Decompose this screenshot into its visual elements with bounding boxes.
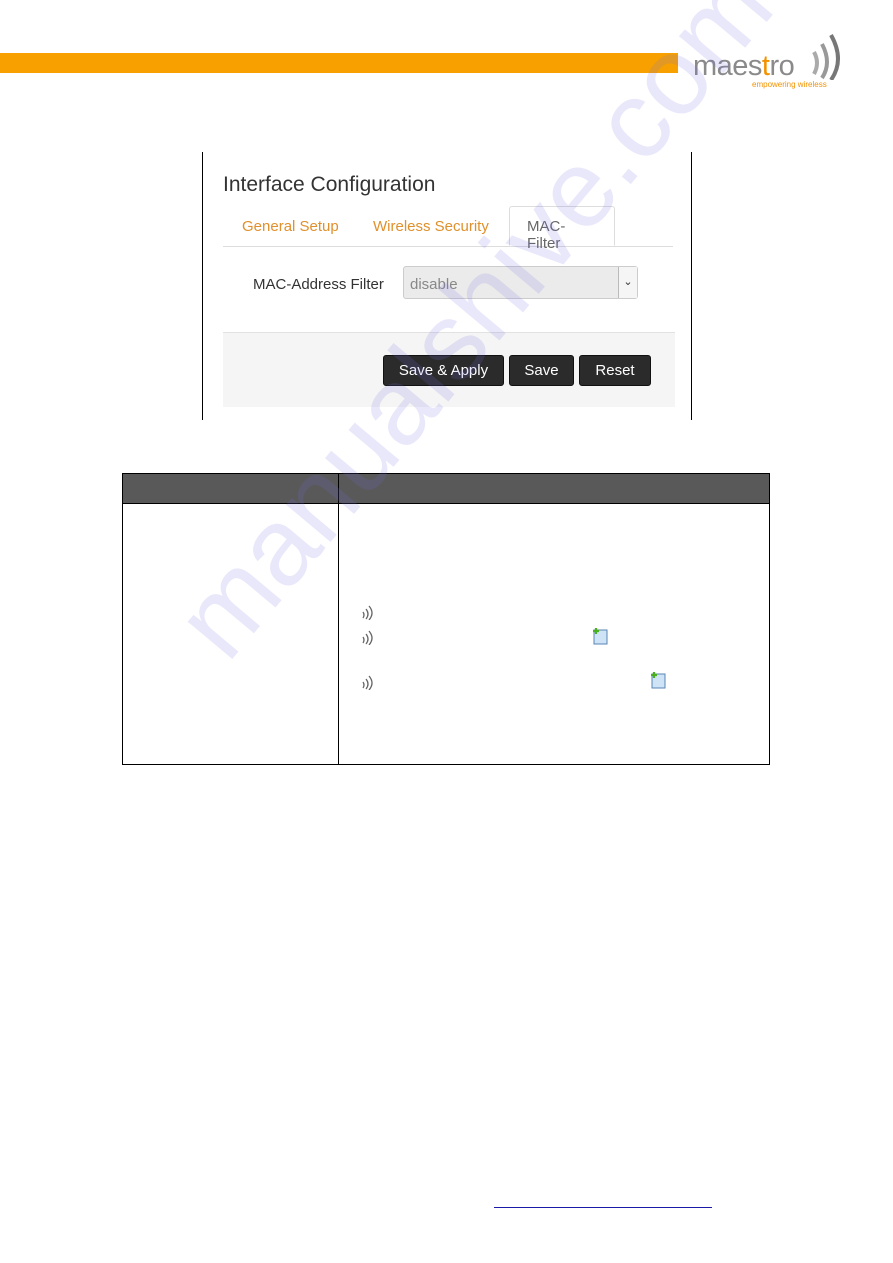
add-entry-icon — [651, 672, 666, 689]
reset-button[interactable]: Reset — [579, 355, 651, 386]
actions-bar: Save & Apply Save Reset — [223, 332, 675, 407]
page-title: Interface Configuration — [223, 173, 436, 196]
table-cell — [338, 503, 770, 765]
table-header-cell — [338, 473, 770, 504]
logo-text: maestro — [693, 50, 795, 82]
logo-tagline: empowering wireless — [752, 80, 827, 89]
tab-general-setup[interactable]: General Setup — [242, 218, 339, 235]
wireless-waves-icon — [812, 34, 840, 80]
tab-mac-filter[interactable]: MAC-Filter — [509, 206, 615, 252]
description-table — [122, 473, 770, 765]
interface-config-screenshot: Interface Configuration General Setup Wi… — [202, 152, 692, 420]
wireless-waves-icon — [362, 630, 373, 645]
chevron-down-icon[interactable]: ⌄ — [618, 267, 637, 298]
mac-address-filter-select[interactable]: disable ⌄ — [403, 266, 638, 299]
table-cell — [122, 503, 339, 765]
mac-address-filter-label: MAC-Address Filter — [253, 276, 384, 293]
header-bar — [0, 53, 678, 73]
tab-wireless-security[interactable]: Wireless Security — [373, 218, 489, 235]
add-entry-icon — [593, 628, 608, 645]
table-header-cell — [122, 473, 339, 504]
select-value: disable — [410, 276, 458, 293]
maestro-logo: maestro empowering wireless — [690, 30, 860, 92]
save-button[interactable]: Save — [509, 355, 574, 386]
wireless-waves-icon — [362, 605, 373, 620]
tab-bar: General Setup Wireless Security MAC-Filt… — [223, 206, 673, 252]
wireless-waves-icon — [362, 675, 373, 690]
save-apply-button[interactable]: Save & Apply — [383, 355, 504, 386]
table-row — [122, 503, 770, 765]
footer-link[interactable] — [494, 1207, 712, 1208]
